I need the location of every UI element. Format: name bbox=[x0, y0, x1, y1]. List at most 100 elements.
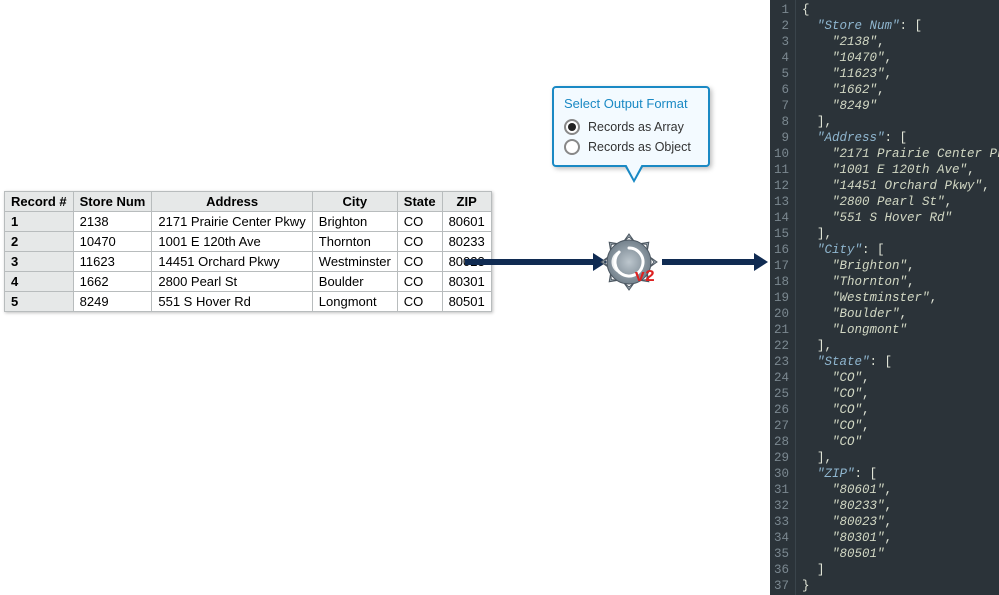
transform-tool-icon[interactable]: v2 bbox=[598, 231, 660, 293]
line-number: 17 bbox=[774, 258, 789, 274]
line-number: 11 bbox=[774, 162, 789, 178]
line-number: 19 bbox=[774, 290, 789, 306]
code-content: { "Store Num": [ "2138", "10470", "11623… bbox=[796, 0, 999, 595]
table-cell: 2138 bbox=[73, 212, 152, 232]
code-line: "Westminster", bbox=[802, 290, 999, 306]
code-line: } bbox=[802, 578, 999, 594]
line-number: 2 bbox=[774, 18, 789, 34]
line-number: 29 bbox=[774, 450, 789, 466]
code-line: "State": [ bbox=[802, 354, 999, 370]
code-line: "2138", bbox=[802, 34, 999, 50]
line-number: 4 bbox=[774, 50, 789, 66]
code-line: "80233", bbox=[802, 498, 999, 514]
table-cell: 1001 E 120th Ave bbox=[152, 232, 312, 252]
option-label: Records as Object bbox=[588, 140, 691, 154]
line-number: 26 bbox=[774, 402, 789, 418]
option-label: Records as Array bbox=[588, 120, 684, 134]
popup-title: Select Output Format bbox=[564, 96, 698, 111]
line-number: 13 bbox=[774, 194, 789, 210]
code-line: "10470", bbox=[802, 50, 999, 66]
line-number: 20 bbox=[774, 306, 789, 322]
line-number: 16 bbox=[774, 242, 789, 258]
code-line: "14451 Orchard Pkwy", bbox=[802, 178, 999, 194]
column-header: Store Num bbox=[73, 192, 152, 212]
input-data-table: Record #Store NumAddressCityStateZIP 121… bbox=[4, 191, 492, 312]
code-line: "2171 Prairie Center Pkwy", bbox=[802, 146, 999, 162]
line-number: 28 bbox=[774, 434, 789, 450]
code-line: "CO", bbox=[802, 370, 999, 386]
radio-icon[interactable] bbox=[564, 119, 580, 135]
line-number: 30 bbox=[774, 466, 789, 482]
flow-arrow-1 bbox=[465, 259, 595, 265]
code-line: "Brighton", bbox=[802, 258, 999, 274]
line-number: 10 bbox=[774, 146, 789, 162]
code-line: ], bbox=[802, 226, 999, 242]
table-cell: CO bbox=[397, 232, 442, 252]
table-cell: 3 bbox=[5, 252, 74, 272]
output-format-popup: Select Output Format Records as Array Rec… bbox=[552, 86, 710, 167]
radio-icon[interactable] bbox=[564, 139, 580, 155]
code-line: ], bbox=[802, 114, 999, 130]
code-line: "Longmont" bbox=[802, 322, 999, 338]
code-line: "Thornton", bbox=[802, 274, 999, 290]
line-number: 25 bbox=[774, 386, 789, 402]
line-number: 37 bbox=[774, 578, 789, 594]
table-cell: 2 bbox=[5, 232, 74, 252]
table-cell: Longmont bbox=[312, 292, 397, 312]
flow-arrow-2 bbox=[662, 259, 756, 265]
table-cell: Westminster bbox=[312, 252, 397, 272]
output-format-option[interactable]: Records as Array bbox=[564, 119, 698, 135]
json-output-editor: 1234567891011121314151617181920212223242… bbox=[770, 0, 999, 595]
code-line: "1662", bbox=[802, 82, 999, 98]
table-cell: 80601 bbox=[442, 212, 491, 232]
column-header: ZIP bbox=[442, 192, 491, 212]
line-number: 33 bbox=[774, 514, 789, 530]
column-header: Record # bbox=[5, 192, 74, 212]
code-line: "551 S Hover Rd" bbox=[802, 210, 999, 226]
line-number: 8 bbox=[774, 114, 789, 130]
table-cell: Boulder bbox=[312, 272, 397, 292]
line-number: 14 bbox=[774, 210, 789, 226]
table-cell: 10470 bbox=[73, 232, 152, 252]
table-cell: 8249 bbox=[73, 292, 152, 312]
table-cell: 2800 Pearl St bbox=[152, 272, 312, 292]
column-header: Address bbox=[152, 192, 312, 212]
code-line: "80301", bbox=[802, 530, 999, 546]
table-cell: 1 bbox=[5, 212, 74, 232]
line-number: 18 bbox=[774, 274, 789, 290]
line-number: 27 bbox=[774, 418, 789, 434]
table-row: 31162314451 Orchard PkwyWestminsterCO800… bbox=[5, 252, 492, 272]
line-number: 15 bbox=[774, 226, 789, 242]
code-line: "11623", bbox=[802, 66, 999, 82]
code-line: "CO", bbox=[802, 418, 999, 434]
table-header: Record #Store NumAddressCityStateZIP bbox=[5, 192, 492, 212]
code-line: ], bbox=[802, 450, 999, 466]
table-cell: 80233 bbox=[442, 232, 491, 252]
table-cell: Brighton bbox=[312, 212, 397, 232]
line-number: 7 bbox=[774, 98, 789, 114]
table-cell: 551 S Hover Rd bbox=[152, 292, 312, 312]
table-cell: 2171 Prairie Center Pkwy bbox=[152, 212, 312, 232]
table-cell: CO bbox=[397, 292, 442, 312]
table-row: 121382171 Prairie Center PkwyBrightonCO8… bbox=[5, 212, 492, 232]
table-cell: 14451 Orchard Pkwy bbox=[152, 252, 312, 272]
code-line: "1001 E 120th Ave", bbox=[802, 162, 999, 178]
code-line: "8249" bbox=[802, 98, 999, 114]
line-number: 23 bbox=[774, 354, 789, 370]
line-number: 6 bbox=[774, 82, 789, 98]
column-header: State bbox=[397, 192, 442, 212]
column-header: City bbox=[312, 192, 397, 212]
table-row: 58249551 S Hover RdLongmontCO80501 bbox=[5, 292, 492, 312]
code-line: "80501" bbox=[802, 546, 999, 562]
line-number: 22 bbox=[774, 338, 789, 354]
table-cell: 80501 bbox=[442, 292, 491, 312]
code-line: "ZIP": [ bbox=[802, 466, 999, 482]
table-row: 416622800 Pearl StBoulderCO80301 bbox=[5, 272, 492, 292]
table-cell: 4 bbox=[5, 272, 74, 292]
line-number: 5 bbox=[774, 66, 789, 82]
output-format-option[interactable]: Records as Object bbox=[564, 139, 698, 155]
code-line: { bbox=[802, 2, 999, 18]
code-line: ], bbox=[802, 338, 999, 354]
line-number: 34 bbox=[774, 530, 789, 546]
line-number: 32 bbox=[774, 498, 789, 514]
